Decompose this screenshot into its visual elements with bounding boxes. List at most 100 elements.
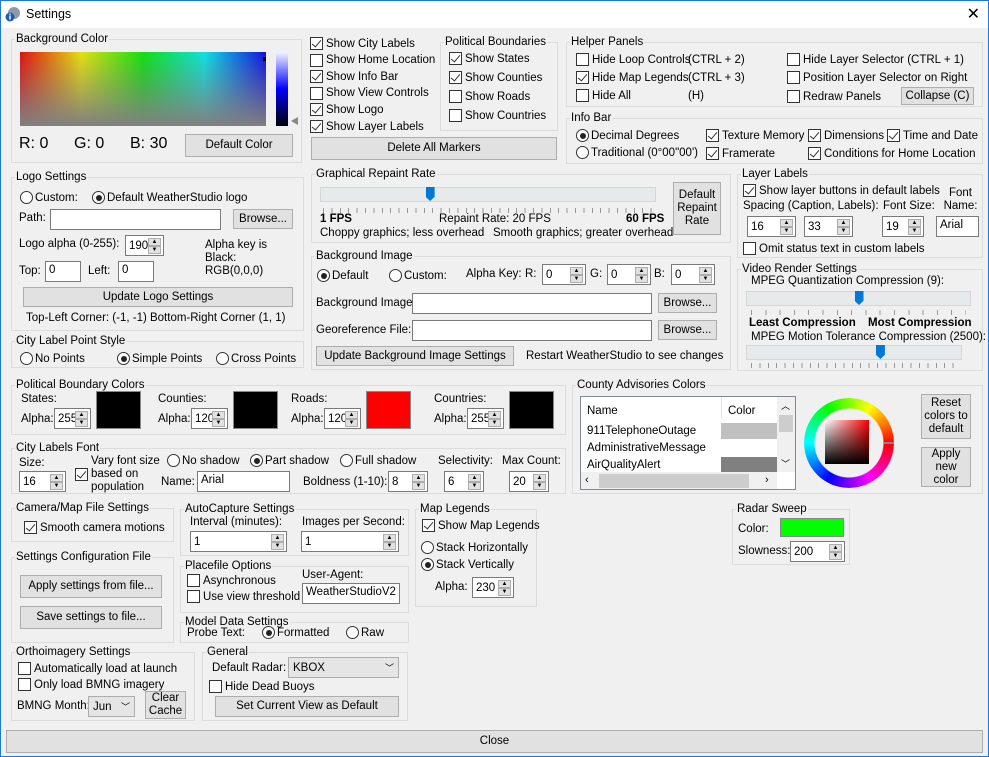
update-bg-image-button[interactable]: Update Background Image Settings [316,346,514,366]
checkbox-box[interactable] [449,71,462,84]
repaint-rate-slider[interactable] [320,187,656,202]
bg-default-radio[interactable]: Default [317,269,368,282]
hide-dead-buoys-checkbox[interactable]: Hide Dead Buoys [209,680,315,693]
spinner-arrows[interactable]: ▲ ▼ [498,580,511,596]
conditions-home-checkbox[interactable]: Conditions for Home Location [808,147,976,160]
bg-b-spinner[interactable]: 0 ▲ ▼ [671,264,715,285]
logo-default-radio[interactable]: Default WeatherStudio logo [92,191,247,204]
scrollbar-thumb[interactable] [599,474,749,488]
auto-load-checkbox[interactable]: Automatically load at launch [18,662,177,675]
checkbox-box[interactable] [706,147,719,160]
boundary-checkbox[interactable]: Show States [449,52,530,65]
checkbox-box[interactable] [743,184,756,197]
boundary-alpha-spinner[interactable]: 120 ▲ ▼ [191,408,228,429]
radio-dot[interactable] [20,191,33,204]
checkbox-box[interactable] [310,53,323,67]
checkbox-box[interactable] [449,109,462,122]
point-style-radio[interactable]: Simple Points [117,352,202,365]
advisory-row[interactable]: 911TelephoneOutage [581,423,777,440]
logo-top-input[interactable]: 0 [45,261,81,282]
checkbox-box[interactable] [310,70,323,84]
font-size-spinner[interactable]: 19 ▲ ▼ [882,216,924,237]
spinner-arrows[interactable]: ▲ ▼ [699,267,712,283]
legend-alpha-spinner[interactable]: 230 ▲ ▼ [472,577,514,598]
spinner-arrows[interactable]: ▲ ▼ [780,219,793,235]
advisories-list[interactable]: Name Color 911TelephoneOutage Administrat… [580,396,796,490]
checkbox-box[interactable] [310,37,323,50]
spinner-arrows[interactable]: ▲ ▼ [271,534,284,550]
radio-dot[interactable] [576,146,589,159]
checkbox-box[interactable] [808,129,821,142]
radio-dot[interactable] [421,541,434,554]
hide-layer-selector-checkbox[interactable]: Hide Layer Selector (CTRL + 1) [787,53,964,66]
clear-cache-button[interactable]: Clear Cache [145,691,186,719]
asynchronous-checkbox[interactable]: Asynchronous [187,574,276,587]
checkbox-box[interactable] [887,129,900,142]
traditional-radio[interactable]: Traditional (0°00"00') [576,146,698,159]
user-agent-input[interactable]: WeatherStudioV2 [302,583,400,604]
hide-all-checkbox[interactable]: Hide All [576,89,631,102]
checkbox-box[interactable] [187,574,200,587]
boundary-alpha-spinner[interactable]: 120 ▲ ▼ [324,408,361,429]
display-option-checkbox[interactable]: Show Logo [310,103,384,117]
vary-font-size-checkbox[interactable] [75,468,91,481]
time-and-date-checkbox[interactable]: Time and Date [887,129,978,142]
default-repaint-rate-button[interactable]: Default Repaint Rate [673,182,721,235]
radio-dot[interactable] [92,191,105,204]
scrollbar-thumb[interactable] [779,415,793,432]
checkbox-box[interactable] [743,242,756,255]
stack-vertical-radio[interactable]: Stack Vertically [421,558,514,571]
radio-dot[interactable] [250,454,263,467]
radio-dot[interactable] [576,129,589,142]
city-font-name-input[interactable]: Arial [197,471,290,492]
spinner-arrows[interactable]: ▲ ▼ [837,219,850,235]
radio-dot[interactable] [317,269,330,282]
checkbox-box[interactable] [18,662,31,675]
boundary-color-swatch[interactable] [233,391,278,429]
georef-input[interactable] [412,320,652,341]
redraw-panels-checkbox[interactable]: Redraw Panels [787,90,881,103]
point-style-radio[interactable]: Cross Points [216,352,296,365]
spinner-arrows[interactable]: ▲ ▼ [635,267,648,283]
checkbox-box[interactable] [449,52,462,65]
display-option-checkbox[interactable]: Show View Controls [310,86,429,100]
boundary-color-swatch[interactable] [509,391,554,429]
update-logo-button[interactable]: Update Logo Settings [23,287,293,307]
spinner-arrows[interactable]: ▲ ▼ [212,411,225,427]
logo-path-input[interactable] [50,209,221,230]
spinner-arrows[interactable]: ▲ ▼ [383,534,396,550]
scroll-up-icon[interactable]: ︿ [781,399,790,412]
point-style-radio[interactable]: No Points [20,352,85,365]
display-option-checkbox[interactable]: Show City Labels [310,37,415,50]
boundary-checkbox[interactable]: Show Countries [449,109,546,122]
spinner-arrows[interactable]: ▲ ▼ [533,474,546,490]
omit-status-checkbox[interactable]: Omit status text in custom labels [743,242,925,255]
georef-browse-button[interactable]: Browse... [658,320,717,340]
checkbox-box[interactable] [24,521,37,534]
checkbox-box[interactable] [310,86,323,100]
boundary-alpha-spinner[interactable]: 255 ▲ ▼ [467,408,504,429]
advisory-color[interactable] [721,440,777,456]
images-per-second-spinner[interactable]: 1 ▲ ▼ [301,531,399,552]
checkbox-box[interactable] [209,680,222,693]
framerate-checkbox[interactable]: Framerate [706,147,775,160]
bmng-month-select[interactable]: Jun ﹀ [88,696,135,717]
boldness-spinner[interactable]: 8 ▲ ▼ [388,471,428,492]
radio-dot[interactable] [262,626,275,639]
collapse-button[interactable]: Collapse (C) [901,87,974,105]
spinner-arrows[interactable]: ▲ ▼ [829,544,842,560]
hide-loop-controls-checkbox[interactable]: Hide Loop Controls [576,53,690,66]
checkbox-box[interactable] [706,129,719,142]
spinner-arrows[interactable]: ▲ ▼ [468,474,481,490]
bmng-only-checkbox[interactable]: Only load BMNG imagery [18,678,164,691]
radio-dot[interactable] [346,626,359,639]
logo-browse-button[interactable]: Browse... [233,209,293,229]
texture-memory-checkbox[interactable]: Texture Memory [706,129,804,142]
bg-custom-radio[interactable]: Custom: [389,269,447,282]
spinner-arrows[interactable]: ▲ ▼ [345,411,358,427]
close-icon[interactable]: ✕ [967,4,980,24]
display-option-checkbox[interactable]: Show Info Bar [310,70,398,84]
font-name-input[interactable]: Arial [936,216,979,237]
radio-dot[interactable] [167,454,180,467]
brightness-slider-arrow[interactable] [291,117,298,125]
